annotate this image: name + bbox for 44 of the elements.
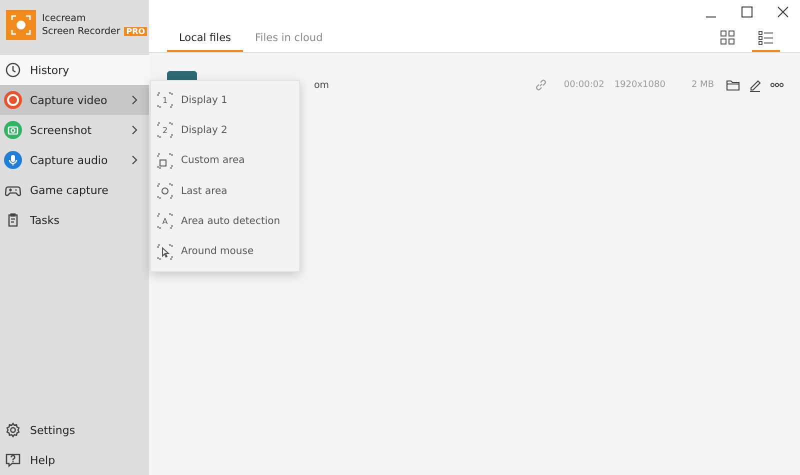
menu-item[interactable]: 1 Display 1 xyxy=(151,85,299,116)
record-icon xyxy=(4,91,22,109)
sidebar-item[interactable]: Capture video xyxy=(0,85,149,115)
menu-item[interactable]: Around mouse xyxy=(151,236,299,267)
chevron-icon xyxy=(131,95,138,105)
menu-item[interactable]: Last area xyxy=(151,176,299,206)
size-text: 2 MB xyxy=(691,80,714,90)
link-icon[interactable] xyxy=(534,78,548,92)
area-icon xyxy=(157,152,173,169)
file-name: om xyxy=(314,80,330,90)
app-logo-icon xyxy=(6,10,36,40)
grid-view-icon xyxy=(720,30,736,46)
duration-text: 00:00:02 xyxy=(564,80,604,90)
resolution-text: 1920x1080 xyxy=(614,80,666,90)
menu-item[interactable]: 2 Display 2 xyxy=(151,115,299,146)
more-icon[interactable] xyxy=(770,82,784,88)
maximize-icon[interactable] xyxy=(741,6,753,18)
sidebar-item[interactable]: Help xyxy=(0,445,149,475)
sidebar-item[interactable]: Tasks xyxy=(0,205,149,235)
sidebar-item[interactable]: History xyxy=(0,55,149,85)
app-name: Icecream xyxy=(42,13,87,24)
pro-badge: PRO xyxy=(124,27,148,36)
area-icon xyxy=(157,244,173,260)
folder-icon[interactable] xyxy=(726,79,740,91)
tab[interactable]: Local files xyxy=(167,32,244,52)
settings-icon xyxy=(5,422,21,438)
list-view-icon xyxy=(758,30,774,46)
close-icon[interactable] xyxy=(777,6,789,18)
chevron-icon xyxy=(131,155,138,165)
microphone-icon xyxy=(4,151,22,169)
app-name: Screen Recorder xyxy=(42,26,120,37)
menu-item[interactable]: A Area auto detection xyxy=(151,206,299,236)
help-icon xyxy=(5,452,21,468)
area-icon xyxy=(157,183,173,200)
pencil-icon[interactable] xyxy=(748,78,762,92)
sidebar-item[interactable]: Game capture xyxy=(0,175,149,205)
tab[interactable]: Files in cloud xyxy=(243,32,335,52)
chevron-icon xyxy=(131,125,138,135)
sidebar-item[interactable]: Screenshot xyxy=(0,115,149,145)
sidebar-item[interactable]: Settings xyxy=(0,415,149,445)
clock-icon xyxy=(5,62,21,78)
camera-icon xyxy=(4,121,22,139)
sidebar-item[interactable]: Capture audio xyxy=(0,145,149,175)
menu-item[interactable]: Custom area xyxy=(151,146,299,176)
